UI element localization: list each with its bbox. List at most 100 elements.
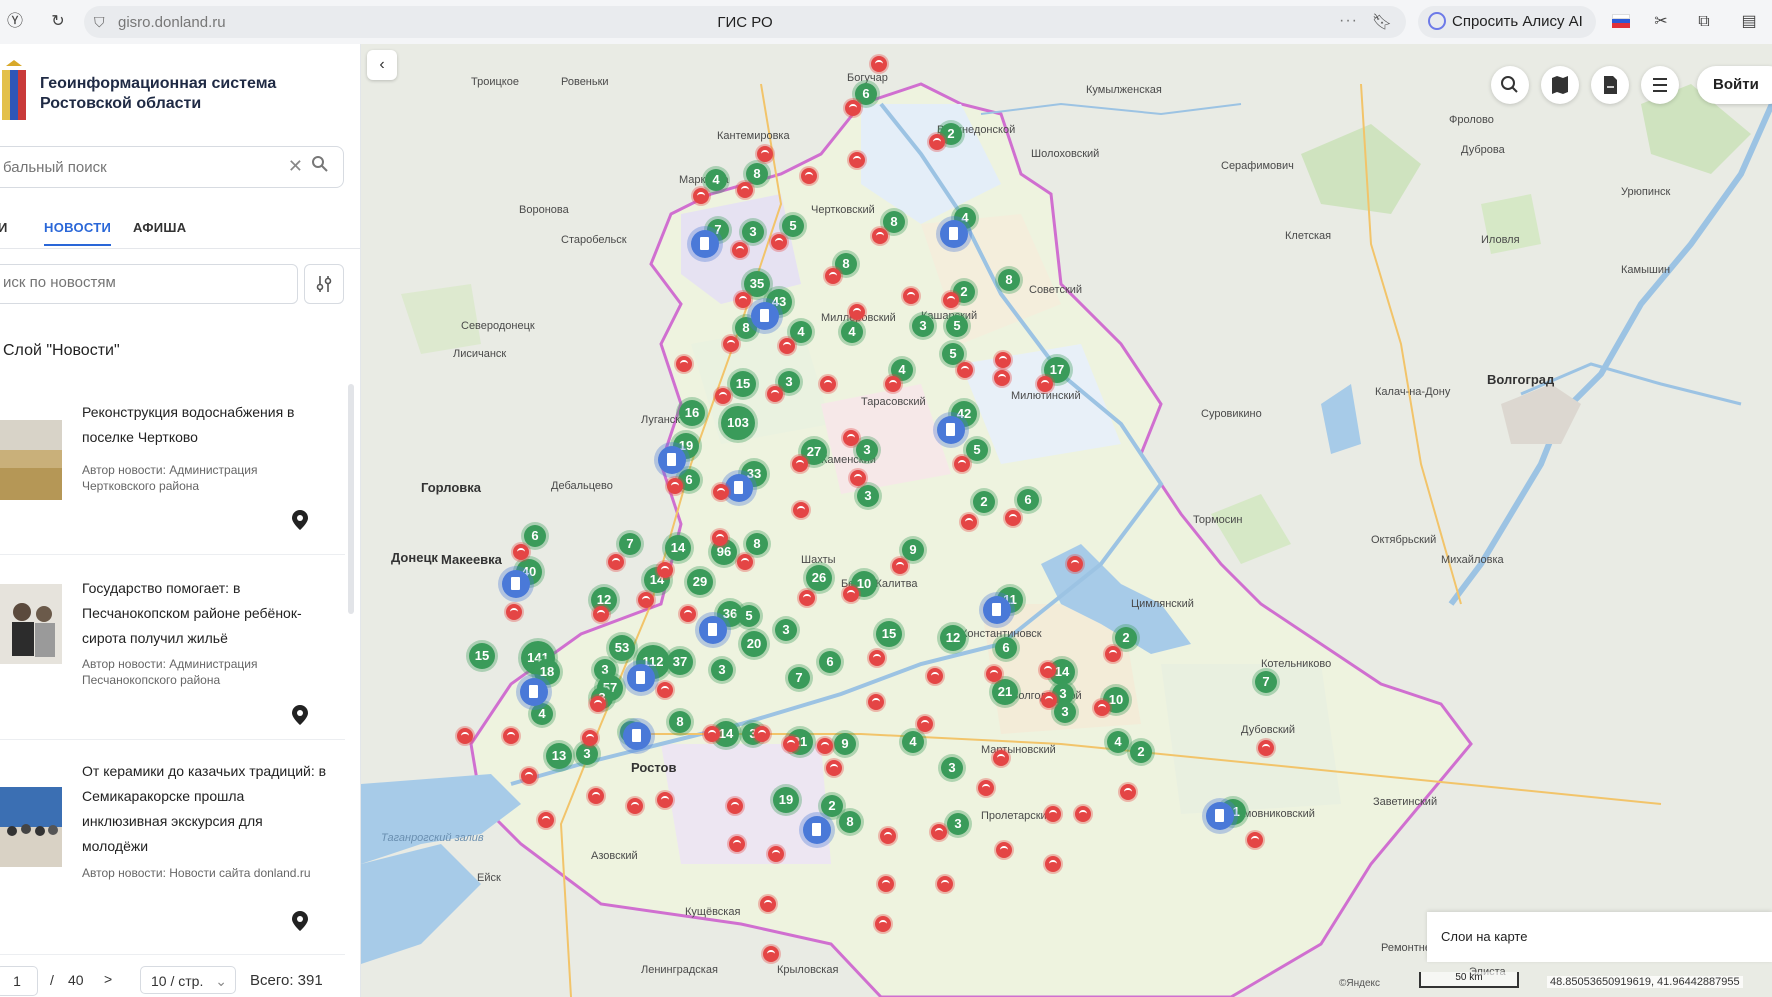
wifi-marker[interactable] bbox=[872, 228, 888, 244]
wifi-marker[interactable] bbox=[521, 768, 537, 784]
wifi-marker[interactable] bbox=[735, 292, 751, 308]
cluster-marker[interactable]: 3 bbox=[856, 439, 878, 461]
alice-button[interactable]: Спросить Алису AI bbox=[1418, 6, 1596, 38]
cluster-marker[interactable]: 12 bbox=[940, 625, 966, 651]
cluster-marker[interactable]: 8 bbox=[839, 811, 861, 833]
wifi-marker[interactable] bbox=[593, 606, 609, 622]
wifi-marker[interactable] bbox=[727, 798, 743, 814]
document-marker[interactable] bbox=[623, 722, 651, 750]
wifi-marker[interactable] bbox=[996, 842, 1012, 858]
cluster-marker[interactable]: 3 bbox=[775, 619, 797, 641]
wifi-marker[interactable] bbox=[783, 736, 799, 752]
cluster-marker[interactable]: 6 bbox=[524, 525, 546, 547]
tabs-icon[interactable]: ▤ bbox=[1738, 11, 1760, 33]
cluster-marker[interactable]: 8 bbox=[746, 533, 768, 555]
wifi-marker[interactable] bbox=[760, 896, 776, 912]
wifi-marker[interactable] bbox=[1041, 692, 1057, 708]
wifi-marker[interactable] bbox=[927, 668, 943, 684]
cluster-marker[interactable]: 2 bbox=[821, 795, 843, 817]
news-search-input[interactable] bbox=[1, 273, 285, 292]
wifi-marker[interactable] bbox=[1075, 806, 1091, 822]
news-item[interactable]: Реконструкция водоснабжения в поселке Че… bbox=[0, 394, 345, 555]
wifi-marker[interactable] bbox=[929, 134, 945, 150]
cluster-marker[interactable]: 5 bbox=[946, 315, 968, 337]
wifi-marker[interactable] bbox=[820, 376, 836, 392]
news-search[interactable] bbox=[0, 264, 298, 304]
wifi-marker[interactable] bbox=[638, 592, 654, 608]
wifi-marker[interactable] bbox=[680, 606, 696, 622]
wifi-marker[interactable] bbox=[1247, 832, 1263, 848]
cluster-marker[interactable]: 14 bbox=[665, 535, 691, 561]
cluster-marker[interactable]: 8 bbox=[883, 211, 905, 233]
document-marker[interactable] bbox=[502, 570, 530, 598]
global-search[interactable]: ✕ bbox=[0, 146, 344, 188]
wifi-marker[interactable] bbox=[763, 946, 779, 962]
extensions-icon[interactable]: ⧉ bbox=[1693, 11, 1715, 33]
cluster-marker[interactable]: 3 bbox=[857, 485, 879, 507]
wifi-marker[interactable] bbox=[588, 788, 604, 804]
wifi-marker[interactable] bbox=[627, 798, 643, 814]
wifi-marker[interactable] bbox=[826, 760, 842, 776]
document-marker[interactable] bbox=[699, 616, 727, 644]
address-bar[interactable]: ⛉ gisro.donland.ru ГИС РО ··· 🔖︎ bbox=[84, 6, 1406, 38]
wifi-marker[interactable] bbox=[801, 168, 817, 184]
cluster-marker[interactable]: 8 bbox=[998, 269, 1020, 291]
wifi-marker[interactable] bbox=[1105, 646, 1121, 662]
cluster-marker[interactable]: 21 bbox=[992, 679, 1018, 705]
cluster-marker[interactable]: 4 bbox=[531, 703, 553, 725]
cluster-marker[interactable]: 9 bbox=[834, 733, 856, 755]
wifi-marker[interactable] bbox=[582, 730, 598, 746]
flag-ru-icon[interactable] bbox=[1612, 14, 1630, 28]
page-input[interactable]: 1 bbox=[0, 966, 38, 996]
news-item[interactable]: Государство помогает: в Песчанокопском р… bbox=[0, 564, 345, 740]
wifi-marker[interactable] bbox=[538, 812, 554, 828]
wifi-marker[interactable] bbox=[1045, 806, 1061, 822]
cluster-marker[interactable]: 8 bbox=[669, 711, 691, 733]
more-icon[interactable]: ··· bbox=[1339, 12, 1358, 30]
location-pin-icon[interactable] bbox=[292, 510, 308, 530]
wifi-marker[interactable] bbox=[871, 56, 887, 72]
wifi-marker[interactable] bbox=[825, 268, 841, 284]
wifi-marker[interactable] bbox=[986, 666, 1002, 682]
wifi-marker[interactable] bbox=[676, 356, 692, 372]
wifi-marker[interactable] bbox=[590, 696, 606, 712]
wifi-marker[interactable] bbox=[1037, 376, 1053, 392]
wifi-marker[interactable] bbox=[768, 846, 784, 862]
wifi-marker[interactable] bbox=[937, 876, 953, 892]
translate-icon[interactable]: ✂ bbox=[1650, 11, 1672, 33]
page-size-select[interactable]: 10 / стр. ⌄ bbox=[140, 966, 236, 994]
reload-icon[interactable]: ↻ bbox=[47, 11, 69, 33]
cluster-marker[interactable]: 5 bbox=[738, 605, 760, 627]
wifi-marker[interactable] bbox=[657, 562, 673, 578]
wifi-marker[interactable] bbox=[771, 234, 787, 250]
cluster-marker[interactable]: 2 bbox=[973, 491, 995, 513]
wifi-marker[interactable] bbox=[1005, 510, 1021, 526]
cluster-marker[interactable]: 7 bbox=[788, 667, 810, 689]
document-marker[interactable] bbox=[751, 302, 779, 330]
cluster-marker[interactable]: 20 bbox=[741, 631, 767, 657]
cluster-marker[interactable]: 2 bbox=[1115, 627, 1137, 649]
cluster-marker[interactable]: 4 bbox=[1107, 731, 1129, 753]
wifi-marker[interactable] bbox=[712, 530, 728, 546]
cluster-marker[interactable]: 16 bbox=[679, 400, 705, 426]
wifi-marker[interactable] bbox=[693, 188, 709, 204]
wifi-marker[interactable] bbox=[843, 586, 859, 602]
wifi-marker[interactable] bbox=[732, 242, 748, 258]
cluster-marker[interactable]: 13 bbox=[546, 743, 572, 769]
tab-news[interactable]: НОВОСТИ bbox=[44, 220, 112, 246]
wifi-marker[interactable] bbox=[1120, 784, 1136, 800]
document-marker[interactable] bbox=[691, 230, 719, 258]
map-layers-panel[interactable]: Слои на карте bbox=[1427, 912, 1772, 962]
wifi-marker[interactable] bbox=[1094, 700, 1110, 716]
wifi-marker[interactable] bbox=[880, 828, 896, 844]
cluster-marker[interactable]: 15 bbox=[876, 621, 902, 647]
wifi-marker[interactable] bbox=[954, 456, 970, 472]
cluster-marker[interactable]: 19 bbox=[773, 787, 799, 813]
cluster-marker[interactable]: 2 bbox=[1130, 741, 1152, 763]
filter-icon[interactable] bbox=[304, 264, 344, 304]
news-title[interactable]: Реконструкция водоснабжения в поселке Че… bbox=[82, 400, 332, 450]
document-marker[interactable] bbox=[1206, 802, 1234, 830]
wifi-marker[interactable] bbox=[799, 590, 815, 606]
wifi-marker[interactable] bbox=[961, 514, 977, 530]
document-marker[interactable] bbox=[725, 474, 753, 502]
